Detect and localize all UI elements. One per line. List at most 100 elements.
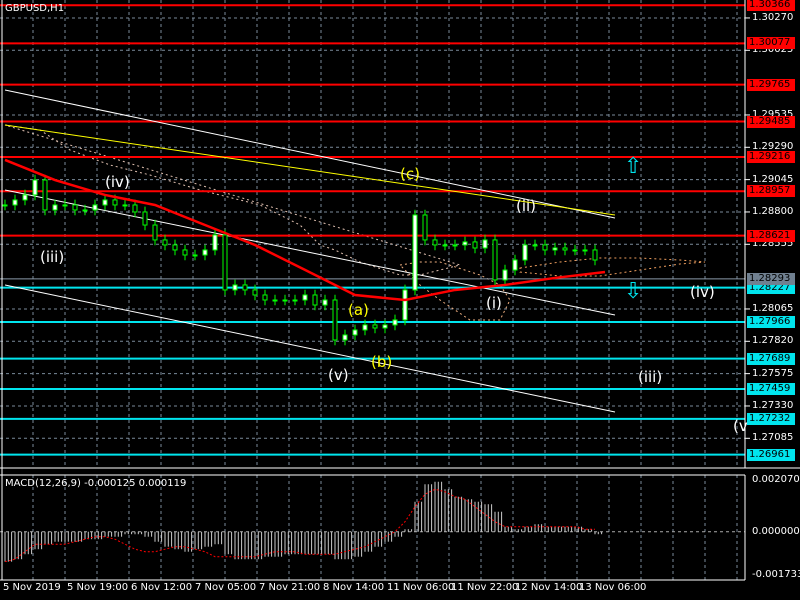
resistance-price-label: 1.29765 <box>747 78 795 91</box>
price-levels <box>0 4 750 456</box>
candle-body <box>372 324 378 329</box>
candle-body <box>352 329 358 336</box>
candle-body <box>552 247 558 251</box>
candle-body <box>132 204 138 213</box>
candle-body <box>512 259 518 271</box>
macd-title: MACD(12,26,9) -0.000125 0.000119 <box>5 478 187 489</box>
candle-body <box>592 249 598 261</box>
time-axis-label: 11 Nov 06:00 <box>387 582 455 593</box>
wave-label: (i) <box>486 294 502 312</box>
support-price-label: 1.27232 <box>747 412 795 425</box>
symbol-title: GBPUSD,H1 <box>5 3 65 14</box>
price-tick-label: 1.27820 <box>752 335 794 347</box>
candle-body <box>162 239 168 246</box>
resistance-price-label: 1.28957 <box>747 185 795 198</box>
candle-body <box>482 239 488 249</box>
candle-body <box>332 299 338 341</box>
candle-body <box>112 199 118 206</box>
candle-body <box>282 299 288 302</box>
candle-body <box>572 249 578 252</box>
price-tick-label: 1.30270 <box>752 11 794 23</box>
ichimoku-cloud <box>4 124 706 321</box>
wave-label: (iii) <box>638 368 663 386</box>
candle-body <box>102 199 108 206</box>
candle-body <box>412 214 418 291</box>
candle-body <box>532 244 538 247</box>
candle-body <box>272 299 278 302</box>
arrow-up-icon: ⇧ <box>624 154 643 179</box>
macd-signal-line <box>4 488 595 563</box>
price-tick-label: 1.28065 <box>752 302 794 314</box>
candle-body <box>342 334 348 341</box>
resistance-price-label: 1.30366 <box>747 0 795 12</box>
price-candles <box>2 174 598 346</box>
macd-panel <box>0 481 745 563</box>
candle-body <box>82 209 88 212</box>
candle-body <box>32 179 38 196</box>
candle-body <box>212 234 218 251</box>
time-axis-label: 5 Nov 2019 <box>3 582 61 593</box>
time-axis-label: 6 Nov 12:00 <box>131 582 193 593</box>
candle-body <box>262 294 268 301</box>
support-price-label: 1.27966 <box>747 316 795 329</box>
candle-body <box>362 324 368 331</box>
resistance-price-label: 1.28621 <box>747 229 795 242</box>
candle-body <box>292 299 298 302</box>
candle-body <box>442 244 448 247</box>
candle-body <box>302 294 308 301</box>
wave-label: (v) <box>328 366 349 384</box>
candle-body <box>202 249 208 256</box>
candle-body <box>502 269 508 281</box>
candle-body <box>232 284 238 291</box>
candle-body <box>422 214 428 241</box>
candle-body <box>252 289 258 296</box>
resistance-price-label: 1.30077 <box>747 37 795 50</box>
support-price-label: 1.27459 <box>747 382 795 395</box>
resistance-price-label: 1.29216 <box>747 151 795 164</box>
candle-body <box>22 194 28 201</box>
candle-body <box>72 204 78 211</box>
price-tick-label: 1.29045 <box>752 173 794 185</box>
candle-body <box>562 247 568 251</box>
price-tick-label: 1.27330 <box>752 399 794 411</box>
time-axis-label: 8 Nov 14:00 <box>323 582 385 593</box>
macd-tick-label: 0.000000 <box>752 525 800 537</box>
candle-body <box>582 249 588 252</box>
price-tick-label: 1.27575 <box>752 367 794 379</box>
candle-body <box>432 239 438 246</box>
macd-tick-label: -0.001733 <box>752 569 800 580</box>
arrow-down-icon: ⇩ <box>624 279 643 304</box>
support-price-label: 1.26961 <box>747 448 795 461</box>
candle-body <box>42 179 48 211</box>
price-tick-label: 1.28800 <box>752 205 794 217</box>
candle-body <box>472 241 478 249</box>
candle-body <box>172 244 178 251</box>
wave-label: (iv) <box>690 283 715 301</box>
price-tick-label: 1.27085 <box>752 432 794 444</box>
candle-body <box>182 249 188 256</box>
candle-body <box>312 294 318 306</box>
support-price-label: 1.27689 <box>747 352 795 365</box>
wave-label: (v <box>733 417 748 435</box>
candle-body <box>542 244 548 251</box>
candle-body <box>382 324 388 329</box>
candle-body <box>152 224 158 241</box>
time-axis-label: 7 Nov 21:00 <box>259 582 321 593</box>
candle-body <box>62 204 68 207</box>
wave-label: (iii) <box>40 248 65 266</box>
candle-body <box>222 234 228 291</box>
candle-body <box>462 241 468 246</box>
axes <box>0 0 800 581</box>
candle-body <box>122 204 128 207</box>
candle-body <box>2 204 8 207</box>
candle-body <box>492 239 498 281</box>
resistance-price-label: 1.29485 <box>747 115 795 128</box>
chart-canvas[interactable] <box>0 0 800 600</box>
candle-body <box>322 299 328 306</box>
wave-label: (iv) <box>105 173 130 191</box>
wave-label: (a) <box>348 301 369 319</box>
candle-body <box>522 244 528 261</box>
candle-body <box>452 244 458 247</box>
candle-body <box>142 211 148 226</box>
time-axis-label: 11 Nov 22:00 <box>451 582 519 593</box>
